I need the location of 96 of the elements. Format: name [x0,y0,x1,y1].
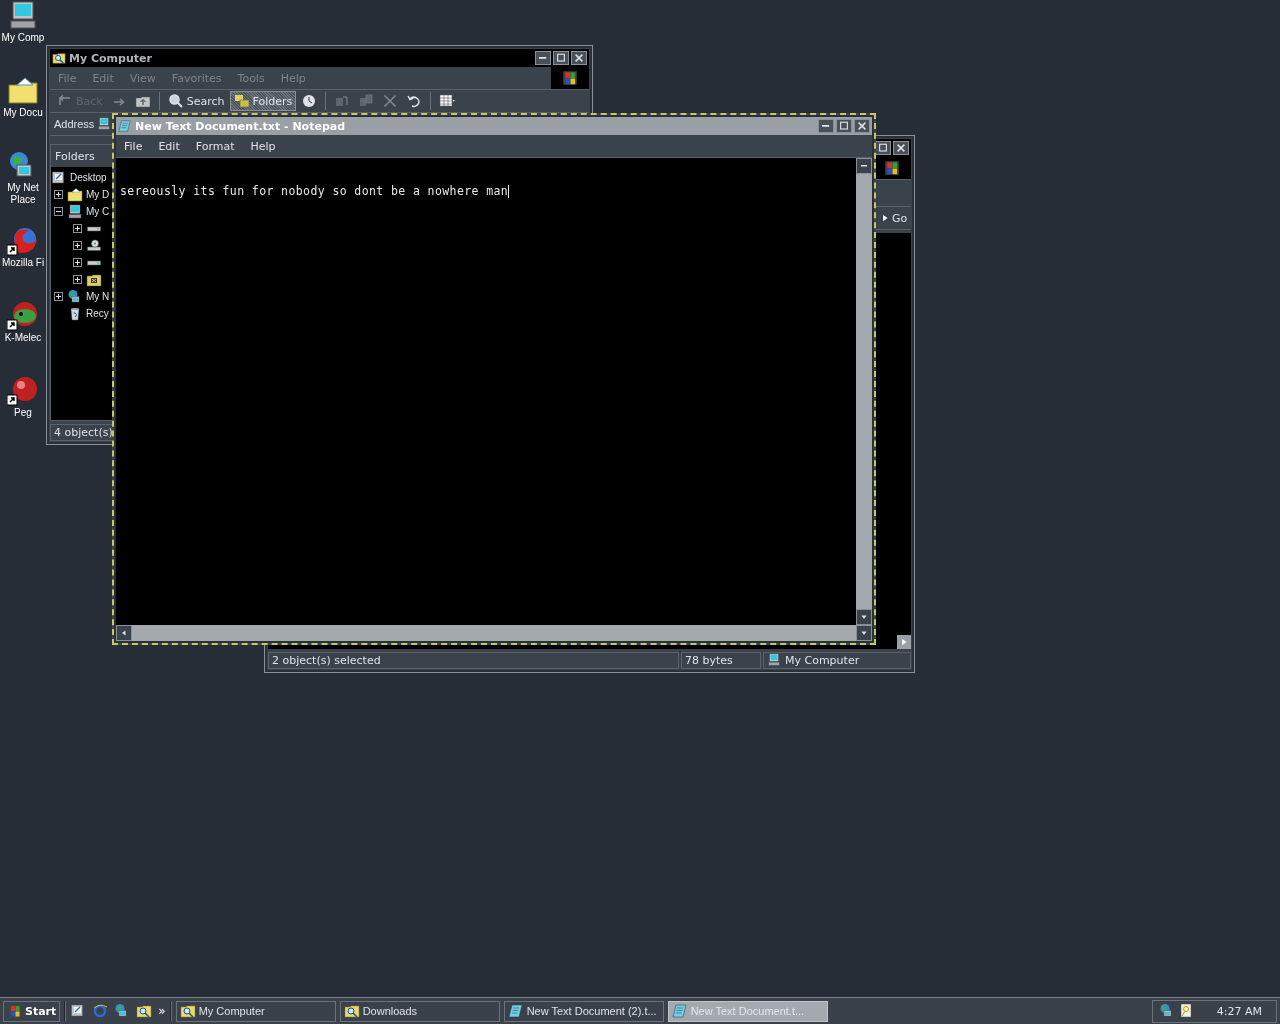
taskbar-button[interactable]: Downloads [339,1000,500,1022]
computer-icon [67,203,83,220]
delete-icon [382,93,399,109]
overflow-button[interactable]: » [158,1004,166,1018]
maximize-button[interactable] [836,119,852,133]
browser-icon [7,225,39,257]
computer-icon [7,0,39,32]
recycle-bin-icon [67,305,83,322]
notepad-icon [507,1003,524,1019]
network-icon [1158,1003,1175,1019]
undo-icon [406,93,423,109]
status-text: My Computer [785,653,860,667]
icon-label[interactable]: Place [10,194,36,206]
copy-icon [358,93,375,109]
tree-item[interactable]: My N [86,291,110,302]
close-button[interactable] [893,141,909,155]
vertical-scrollbar[interactable] [856,158,872,625]
taskbar-button[interactable]: My Computer [175,1000,336,1022]
network-icon [67,288,83,305]
search-folder-icon [179,1003,196,1019]
dragon-icon [7,300,39,332]
clock-icon [301,93,318,109]
tree-item[interactable]: My C [86,206,110,217]
minimize-icon [861,165,867,167]
folder-icon [67,186,83,203]
windows-logo [7,1003,23,1019]
expander-icon[interactable] [73,275,82,284]
notepad-icon [118,119,132,133]
maximize-icon [877,142,889,154]
cd-drive-icon [86,237,102,254]
scroll-down-button[interactable] [856,609,872,625]
expander-icon[interactable] [73,241,82,250]
scroll-up-button[interactable] [856,158,872,174]
address-label: Address [54,118,95,130]
control-panel-icon [86,271,102,288]
scroll-left-button[interactable] [116,625,132,641]
desktop-icon [51,169,67,186]
minimize-button[interactable] [818,119,834,133]
close-icon [856,120,868,132]
icon-label[interactable]: My Comp [1,32,45,44]
icon-label[interactable]: My Docu [3,107,43,119]
minimize-button[interactable] [535,51,551,65]
computer-icon [97,117,112,131]
folders-button[interactable]: Folders [229,91,297,111]
search-folder-icon [343,1003,360,1019]
search-folder-icon [136,1003,153,1019]
close-button[interactable] [854,119,870,133]
arrow-right-icon [899,637,909,647]
move-icon [334,93,351,109]
expander-icon[interactable] [54,207,63,216]
expander-icon[interactable] [73,258,82,267]
tree-item[interactable]: Recy [86,308,109,319]
tree-item[interactable]: My D [86,189,110,200]
notepad-icon [671,1003,688,1019]
icon-label[interactable]: Mozilla Fi [1,257,45,269]
folder-up-icon [134,93,151,109]
expander-icon[interactable] [54,292,63,301]
close-icon [895,142,907,154]
status-text: 4 object(s) [54,425,113,439]
search-button[interactable]: Search [164,91,228,111]
icon-label[interactable]: K-Melec [4,332,42,344]
scroll-right-button[interactable] [897,635,911,649]
expander-icon[interactable] [54,190,63,199]
start-button[interactable]: Start [3,1000,61,1022]
search-folder-icon [52,51,66,65]
computer-icon [767,653,781,667]
status-text: 78 bytes [685,653,733,667]
resize-grip[interactable] [856,625,872,641]
clock: 4:27 AM [1216,1004,1262,1018]
close-button[interactable] [571,51,587,65]
key-icon [1177,1003,1194,1019]
views-icon [439,93,456,109]
taskbar-button[interactable]: New Text Document (2).t... [503,1000,664,1022]
maximize-icon [555,52,567,64]
window-title: My Computer [69,51,153,65]
horizontal-scrollbar[interactable] [116,625,872,641]
arrow-left-icon [120,629,128,637]
icon-label[interactable]: My Net [7,182,39,194]
maximize-button[interactable] [553,51,569,65]
minimize-icon [822,125,830,127]
minimize-icon [539,57,547,59]
tree-item[interactable]: Desktop [70,172,107,183]
search-icon [167,93,184,109]
maximize-icon [838,120,850,132]
window-title: New Text Document.txt - Notepad [135,119,347,133]
status-text: 2 object(s) selected [272,653,381,667]
ball-icon [7,375,39,407]
expander-icon[interactable] [73,224,82,233]
address-field[interactable] [97,117,112,131]
text-cursor [508,185,510,198]
arrow-right-icon [880,213,890,223]
browser-icon [92,1003,109,1019]
icon-label[interactable]: Peg [14,407,32,419]
folders-icon [233,93,250,109]
close-icon [573,52,585,64]
folder-icon [7,75,39,107]
